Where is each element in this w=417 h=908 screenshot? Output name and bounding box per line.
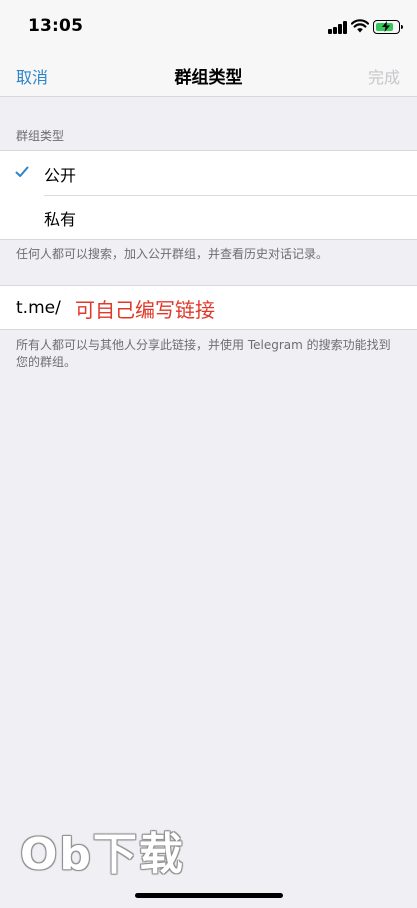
group-type-options: 公开 私有 — [0, 150, 417, 240]
checkmark-icon — [15, 166, 29, 177]
option-private-label: 私有 — [44, 210, 77, 229]
group-type-footer: 任何人都可以搜索，加入公开群组，并查看历史对话记录。 — [16, 247, 329, 261]
status-time: 13:05 — [28, 16, 84, 36]
screen: 13:05 取消 群组类型 完成 群组类型 公开 私有 任何人都可以搜索，加入公… — [0, 0, 417, 908]
status-bar: 13:05 — [0, 0, 417, 50]
wifi-icon — [351, 19, 369, 33]
home-indicator[interactable] — [135, 893, 283, 898]
link-footer: 所有人都可以与其他人分享此链接，并使用 Telegram 的搜索功能找到您的群组… — [16, 338, 391, 369]
navigation-bar: 取消 群组类型 完成 — [0, 50, 417, 97]
watermark: Ob下载 — [20, 829, 185, 880]
cellular-signal-icon — [328, 21, 348, 34]
done-button[interactable]: 完成 — [368, 64, 400, 88]
group-type-section-header: 群组类型 — [16, 129, 65, 143]
option-public[interactable]: 公开 — [0, 151, 417, 196]
link-prefix: t.me/ — [16, 298, 61, 318]
option-private[interactable]: 私有 — [0, 195, 417, 239]
battery-icon — [373, 20, 403, 34]
link-section: t.me/ 可自己编写链接 — [0, 285, 417, 330]
option-public-label: 公开 — [44, 166, 77, 185]
link-annotation: 可自己编写链接 — [75, 298, 215, 322]
page-title: 群组类型 — [174, 68, 243, 88]
